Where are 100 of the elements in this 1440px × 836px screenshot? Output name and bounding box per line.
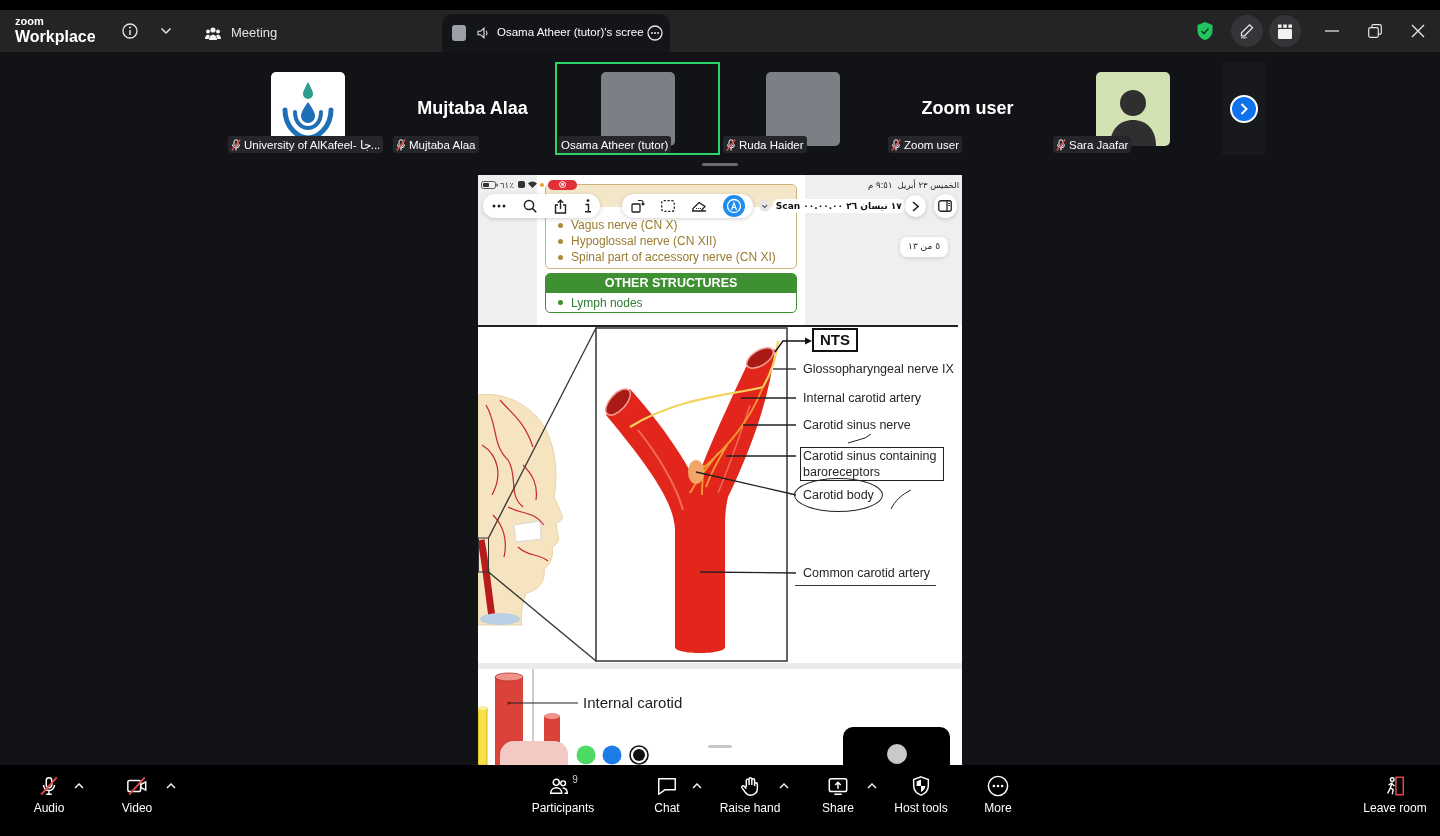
wifi-icon: [527, 181, 537, 188]
pen-stroke: [847, 433, 872, 444]
diagram-label: Carotid sinus containing baroreceptors: [800, 447, 944, 481]
share-button[interactable]: Share: [813, 765, 863, 836]
raise-hand-button[interactable]: Raise hand: [721, 765, 779, 836]
selection-icon[interactable]: [660, 200, 675, 212]
more-button[interactable]: More: [973, 765, 1023, 836]
participant-name: Sara Jaafar: [1069, 137, 1129, 152]
leader-line: [772, 368, 797, 370]
list-item: Spinal part of accessory nerve (CN XI): [571, 249, 776, 265]
host-tools-button[interactable]: Host tools: [891, 765, 951, 836]
eraser-icon[interactable]: [690, 200, 707, 212]
product-name: Workplace: [15, 28, 96, 46]
caret-icon[interactable]: [692, 783, 702, 789]
battery-level: ٦١٪: [500, 179, 514, 190]
caret-icon[interactable]: [166, 783, 176, 789]
leader-line: [742, 424, 797, 426]
tab[interactable]: Meeting: [205, 14, 285, 52]
diagram-label: Glossopharyngeal nerve IX: [803, 361, 954, 377]
bullet-icon: [558, 254, 563, 260]
color-swatch[interactable]: [602, 745, 622, 765]
figure-label: Internal carotid: [583, 694, 683, 712]
square-icon: [517, 181, 525, 188]
apps-button[interactable]: [1269, 15, 1301, 47]
boxed-label: NTS: [812, 328, 858, 352]
diagram-label: Carotid sinus nerve: [803, 417, 911, 433]
color-swatch[interactable]: [629, 745, 649, 765]
caret-icon[interactable]: [74, 783, 84, 789]
list-item: Vagus nerve (CN X): [571, 217, 678, 233]
more-options-icon[interactable]: [647, 25, 663, 41]
logo-wordmark: zoom: [15, 16, 44, 27]
participant-name: Ruda Haider: [739, 137, 804, 152]
participant-name: University of AlKafeel- جا...: [244, 137, 381, 152]
leave-icon: [1384, 775, 1406, 797]
shield-icon[interactable]: [1196, 21, 1214, 41]
restore-icon[interactable]: [1368, 24, 1382, 38]
list-item: Hypoglossal nerve (CN XII): [571, 233, 717, 249]
status-time: ٩:٥١ م: [867, 179, 893, 190]
chat-button[interactable]: Chat: [642, 765, 692, 836]
thumbnail-placeholder: [452, 25, 466, 41]
status-dot-icon: [539, 182, 544, 187]
section-header: OTHER STRUCTURES: [546, 274, 796, 293]
info-icon[interactable]: [122, 23, 138, 39]
share-screen-icon: [827, 775, 849, 797]
tiles-icon: [1277, 23, 1293, 39]
search-icon[interactable]: [522, 199, 537, 213]
pen-stroke: [890, 489, 912, 510]
status-date: الخميس ٢٣ أبريل: [897, 179, 959, 190]
chevron-down-icon[interactable]: [160, 27, 172, 35]
thin-cylinder: [478, 706, 488, 765]
caret-icon[interactable]: [779, 783, 789, 789]
chevron-down-icon[interactable]: [759, 200, 771, 212]
diagram-label: Common carotid artery: [795, 565, 937, 586]
speaker-icon: [477, 27, 489, 39]
people-icon: [205, 26, 221, 40]
hand-icon: [739, 775, 761, 797]
participant-name: Zoom user: [904, 137, 959, 152]
leader-line: [740, 397, 797, 399]
color-swatch[interactable]: [576, 745, 596, 765]
sidebar-icon: [938, 200, 953, 212]
display-name: Mujtaba Alaa: [417, 97, 528, 120]
caret-icon[interactable]: [867, 783, 877, 789]
close-icon[interactable]: [1411, 24, 1425, 38]
bullet-icon: [558, 238, 563, 244]
participants-button[interactable]: 9 Participants: [525, 765, 601, 836]
palette-handle[interactable]: [708, 745, 732, 748]
shield-icon: [910, 775, 932, 797]
document-title: Scan ١٧ نيسان ٢٦ ٠٠.٠٠.٠٠: [772, 199, 905, 213]
chevron-right-icon: [1239, 102, 1248, 115]
annotate-button[interactable]: [1231, 15, 1263, 47]
chevron-right-icon: [911, 200, 919, 212]
display-name: Zoom user: [921, 97, 1014, 120]
rotate-icon[interactable]: [630, 199, 645, 213]
participant-name: Osama Atheer (tutor): [561, 137, 669, 152]
participant-count: 9: [572, 775, 578, 785]
video-button[interactable]: Video: [112, 765, 162, 836]
markup-button[interactable]: [723, 195, 746, 217]
more-icon: [987, 775, 1009, 797]
info-icon[interactable]: [583, 199, 592, 213]
tab[interactable]: Osama Atheer (tutor)'s scree: [442, 14, 670, 52]
leader-line: [507, 701, 578, 705]
share-icon[interactable]: [553, 198, 567, 214]
blurred-shape: [500, 741, 568, 765]
dot-icon: [886, 744, 907, 764]
arrow: [774, 337, 812, 353]
resize-handle[interactable]: [702, 163, 738, 166]
bullet-icon: [558, 222, 563, 228]
list-item: Lymph nodes: [571, 294, 643, 311]
leader-line: [725, 455, 797, 457]
leave-button[interactable]: Leave room: [1360, 765, 1430, 836]
diagram-label: Internal carotid artery: [803, 390, 922, 406]
recording-indicator[interactable]: [547, 179, 577, 190]
chat-bubble-icon: [656, 775, 678, 797]
audio-button[interactable]: Audio: [24, 765, 74, 836]
bullet-icon: [558, 300, 563, 305]
callout-box: [478, 537, 489, 573]
next-participants-button[interactable]: [1229, 94, 1258, 123]
carotid-body: [688, 460, 704, 484]
more-icon[interactable]: [491, 204, 506, 208]
pencil-icon: [1239, 23, 1255, 39]
